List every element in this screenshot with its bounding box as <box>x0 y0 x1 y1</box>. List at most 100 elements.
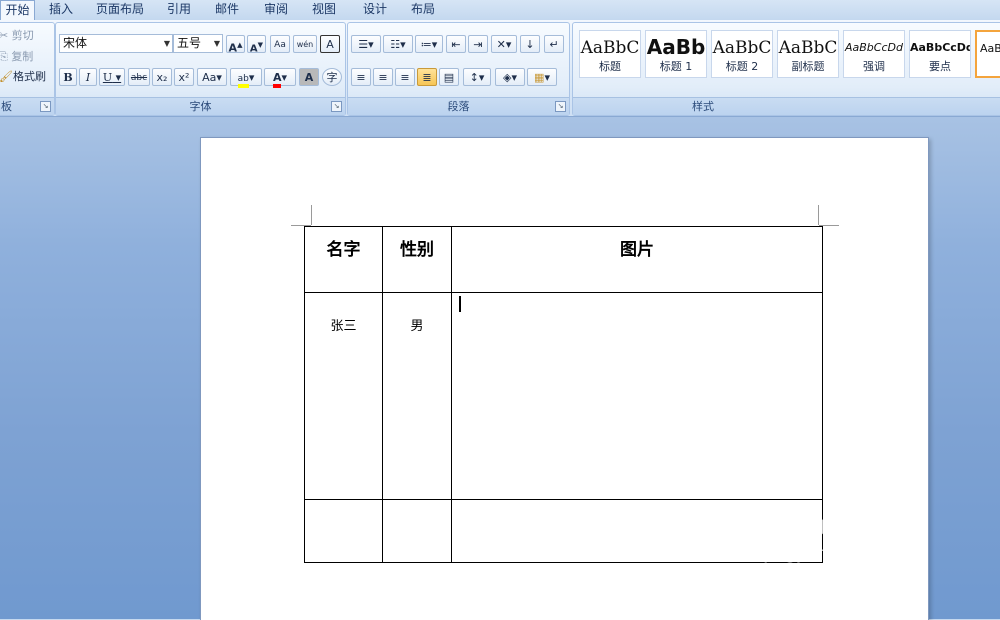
subscript-button[interactable]: x₂ <box>152 68 172 86</box>
shrink-font-button[interactable]: A▼ <box>247 35 266 54</box>
tab-design[interactable]: 设计 <box>357 0 393 19</box>
font-color-button[interactable]: A▾ <box>264 68 296 88</box>
style-emphasis[interactable]: AaBbCcDd 强调 <box>843 30 905 78</box>
underline-button[interactable]: U ▾ <box>99 68 125 86</box>
superscript-button[interactable]: x² <box>174 68 194 86</box>
paragraph-group: ☰▾ ☷▾ ≔▾ ⇤ ⇥ ✕▾ ↓ ↵ ≡ ≡ ≡ ≣ ▤ ↕▾ ◈▾ ▦▾ 段… <box>347 22 570 116</box>
italic-button[interactable]: I <box>79 68 97 86</box>
distribute-icon: ▤ <box>443 71 455 84</box>
crop-mark <box>311 205 312 225</box>
font-size-select[interactable]: 五号 ▼ <box>173 34 223 53</box>
tab-layout[interactable]: 布局 <box>405 0 441 19</box>
styles-group-label: 样式 <box>573 97 1000 115</box>
watermark-url: jingyan.baidu.com <box>765 544 922 564</box>
paragraph-group-label: 段落 <box>348 97 569 115</box>
styles-group: AaBbC 标题 AaBb 标题 1 AaBbC 标题 2 AaBbC 副标题 … <box>572 22 1000 116</box>
paragraph-launcher-icon[interactable]: ↘ <box>555 101 566 112</box>
multilevel-list-icon: ≔ <box>420 38 432 51</box>
font-group: 宋体 ▼ 五号 ▼ A▲ A▼ Aa wén A B I U ▾ abc x₂ x²… <box>55 22 346 116</box>
tab-references[interactable]: 引用 <box>162 0 196 19</box>
character-shading-button[interactable]: A <box>299 68 319 86</box>
document-table[interactable]: 名字 性别 图片 张三 男 <box>304 226 823 563</box>
table-cell[interactable] <box>382 499 452 563</box>
decrease-indent-button[interactable]: ⇤ <box>446 35 466 53</box>
phonetic-guide-button[interactable]: wén <box>293 35 317 53</box>
enclose-characters-button[interactable]: 字 <box>322 68 342 86</box>
multilevel-list-button[interactable]: ≔▾ <box>415 35 443 53</box>
show-marks-button[interactable]: ↵ <box>544 35 564 53</box>
tab-view[interactable]: 视图 <box>306 0 342 19</box>
tab-mailings[interactable]: 邮件 <box>210 0 244 19</box>
align-right-button[interactable]: ≡ <box>395 68 415 86</box>
justify-button[interactable]: ≣ <box>417 68 437 86</box>
borders-button[interactable]: ▦▾ <box>527 68 557 86</box>
highlight-color-button[interactable]: ab▾ <box>230 68 262 88</box>
copy-icon: ⎘ <box>0 50 8 63</box>
chinese-layout-button[interactable]: ✕▾ <box>491 35 517 53</box>
paint-bucket-icon: ◈ <box>503 71 512 84</box>
copy-button[interactable]: ⎘ 复制 <box>0 48 33 64</box>
style-normal[interactable]: AaB ↵ <box>975 30 1000 78</box>
line-spacing-icon: ↕ <box>469 71 479 84</box>
change-case-button[interactable]: Aa▾ <box>197 68 227 86</box>
align-left-button[interactable]: ≡ <box>351 68 371 86</box>
strikethrough-button[interactable]: abc <box>128 68 150 86</box>
pilcrow-icon: ↵ <box>549 38 559 51</box>
numbering-button[interactable]: ☷▾ <box>383 35 413 53</box>
style-title[interactable]: AaBbC 标题 <box>579 30 641 78</box>
cut-button[interactable]: ✂ 剪切 <box>0 27 34 43</box>
ribbon-tab-bar: 开始 插入 页面布局 引用 邮件 审阅 视图 设计 布局 <box>0 0 1000 21</box>
align-right-icon: ≡ <box>400 71 410 84</box>
table-row <box>304 499 823 563</box>
numbered-list-icon: ☷ <box>390 38 401 51</box>
bold-button[interactable]: B <box>59 68 77 86</box>
bullet-list-icon: ☰ <box>358 38 369 51</box>
font-group-label: 字体 <box>56 97 345 115</box>
tab-review[interactable]: 审阅 <box>258 0 294 19</box>
header-cell-picture[interactable]: 图片 <box>451 226 823 293</box>
tab-insert[interactable]: 插入 <box>43 0 79 19</box>
style-strong[interactable]: AaBbCcDd 要点 <box>909 30 971 78</box>
format-painter-button[interactable]: 🖌格式刷 <box>0 68 46 84</box>
table-header-row: 名字 性别 图片 <box>304 226 823 293</box>
header-cell-name[interactable]: 名字 <box>304 226 383 293</box>
clipboard-launcher-icon[interactable]: ↘ <box>40 101 51 112</box>
font-launcher-icon[interactable]: ↘ <box>331 101 342 112</box>
text-cursor <box>459 296 461 312</box>
ribbon: ✂ 剪切 ⎘ 复制 🖌格式刷 板 ↘ 宋体 ▼ 五号 ▼ A▲ A▼ Aa wén … <box>0 20 1000 117</box>
distribute-button[interactable]: ▤ <box>439 68 459 86</box>
character-border-button[interactable]: A <box>320 35 340 53</box>
scissors-icon: ✂ <box>0 29 9 42</box>
align-center-button[interactable]: ≡ <box>373 68 393 86</box>
header-cell-gender[interactable]: 性别 <box>382 226 452 293</box>
increase-indent-button[interactable]: ⇥ <box>468 35 488 53</box>
picture-cell[interactable] <box>451 292 823 500</box>
shading-button[interactable]: ◈▾ <box>495 68 525 86</box>
table-cell[interactable]: 男 <box>382 292 452 500</box>
grow-font-button[interactable]: A▲ <box>226 35 245 55</box>
brush-icon: 🖌 <box>0 70 13 83</box>
watermark-brand: Baidu经验 <box>765 508 922 543</box>
sort-icon: ↓ <box>525 38 535 51</box>
align-center-icon: ≡ <box>378 71 388 84</box>
chevron-down-icon: ▼ <box>213 39 220 48</box>
baidu-watermark: Baidu经验 jingyan.baidu.com <box>765 510 922 566</box>
outdent-icon: ⇤ <box>451 38 461 51</box>
table-cell[interactable]: 张三 <box>304 292 383 500</box>
style-heading-2[interactable]: AaBbC 标题 2 <box>711 30 773 78</box>
tab-page-layout[interactable]: 页面布局 <box>92 0 148 19</box>
chinese-layout-icon: ✕ <box>496 38 506 51</box>
tab-home[interactable]: 开始 <box>0 0 35 21</box>
sort-button[interactable]: ↓ <box>520 35 540 53</box>
line-spacing-button[interactable]: ↕▾ <box>463 68 491 86</box>
clear-format-button[interactable]: Aa <box>270 35 290 53</box>
style-subtitle[interactable]: AaBbC 副标题 <box>777 30 839 78</box>
font-name-select[interactable]: 宋体 ▼ <box>59 34 173 53</box>
bullets-button[interactable]: ☰▾ <box>351 35 381 53</box>
indent-icon: ⇥ <box>473 38 483 51</box>
table-cell[interactable] <box>304 499 383 563</box>
table-row: 张三 男 <box>304 292 823 500</box>
align-left-icon: ≡ <box>356 71 366 84</box>
style-heading-1[interactable]: AaBb 标题 1 <box>645 30 707 78</box>
border-icon: ▦ <box>534 71 545 84</box>
